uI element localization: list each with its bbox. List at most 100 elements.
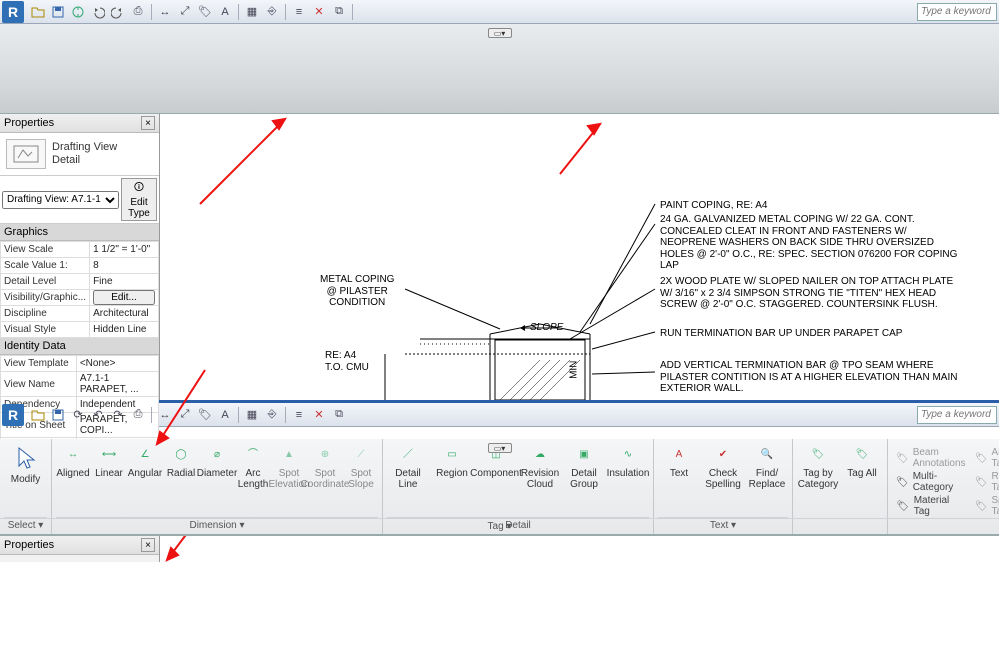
- text-small-icon[interactable]: A: [216, 3, 234, 21]
- tool-detail-line[interactable]: ／Detail Line: [387, 441, 429, 492]
- property-row[interactable]: DisciplineArchitectural: [1, 306, 159, 322]
- tool-find-replace[interactable]: 🔍Find/ Replace: [746, 441, 788, 492]
- tag-item-multi-category[interactable]: 🏷Multi- Category: [896, 471, 967, 493]
- dimension-small-icon[interactable]: ⤢: [176, 406, 194, 424]
- tool-radial[interactable]: ◯Radial: [164, 441, 198, 482]
- dimension-small-icon[interactable]: ⤢: [176, 3, 194, 21]
- property-value[interactable]: Architectural: [90, 306, 159, 322]
- switch-windows-icon[interactable]: ⧉: [330, 406, 348, 424]
- close-hidden-icon[interactable]: ✕: [310, 3, 328, 21]
- type-selector[interactable]: Drafting View Detail: [0, 133, 159, 176]
- property-key: Scale Value 1:: [1, 258, 90, 274]
- property-value[interactable]: A7.1-1 PARAPET, ...: [76, 372, 158, 397]
- property-row[interactable]: Scale Value 1:8: [1, 258, 159, 274]
- tool-arc-length[interactable]: ⌒Arc Length: [236, 441, 270, 492]
- 3d-view-icon[interactable]: ▦: [243, 406, 261, 424]
- diameter-icon: ⌀: [205, 443, 229, 467]
- property-row[interactable]: View NameA7.1-1 PARAPET, ...: [1, 372, 159, 397]
- property-edit-button[interactable]: Edit...: [93, 290, 154, 305]
- text-small-icon[interactable]: A: [216, 406, 234, 424]
- property-row[interactable]: Visual StyleHidden Line: [1, 322, 159, 338]
- property-row[interactable]: View Scale1 1/2" = 1'-0": [1, 242, 159, 258]
- text-icon: A: [667, 443, 691, 467]
- instance-dropdown[interactable]: Drafting View: A7.1-1: [2, 191, 119, 209]
- panel-label-tag2[interactable]: Tag ▾: [0, 518, 999, 535]
- property-group-header[interactable]: Identity Data: [0, 338, 159, 355]
- quick-access-toolbar-top: R ⎙ ↔ ⤢ 🏷 A ▦ ⎆ ≡ ✕ ⧉: [0, 0, 999, 24]
- spot-elevation-icon: ▲: [277, 443, 301, 467]
- undo-icon[interactable]: ↶: [89, 406, 107, 424]
- property-row[interactable]: Detail LevelFine: [1, 274, 159, 290]
- tag-item-space-tag: 🏷Space Tag: [975, 495, 999, 517]
- panel-close-icon[interactable]: ×: [141, 116, 155, 130]
- app-logo[interactable]: R: [2, 404, 24, 426]
- tool-region[interactable]: ▭Region: [431, 441, 473, 482]
- property-value[interactable]: Fine: [90, 274, 159, 290]
- measure-icon[interactable]: ↔: [156, 3, 174, 21]
- detail-group-icon: ▣: [572, 443, 596, 467]
- tool-tag-all[interactable]: 🏷Tag All: [841, 441, 883, 482]
- edit-type-button[interactable]: 🛈 Edit Type: [121, 178, 157, 221]
- spot-slope-icon: ⟋: [349, 443, 373, 467]
- thin-lines-icon[interactable]: ≡: [290, 3, 308, 21]
- drawing-canvas[interactable]: METAL COPING @ PILASTER CONDITION RE: A4…: [160, 114, 999, 400]
- detail-line-icon: ／: [396, 443, 420, 467]
- ribbon-expand-toggle[interactable]: ▭▾: [488, 28, 512, 38]
- open-icon[interactable]: [29, 3, 47, 21]
- undo-icon[interactable]: [89, 3, 107, 21]
- tag-small-icon[interactable]: 🏷: [196, 3, 214, 21]
- property-row[interactable]: View Template<None>: [1, 356, 159, 372]
- save-icon[interactable]: [49, 406, 67, 424]
- print-icon[interactable]: ⎙: [129, 3, 147, 21]
- sync-icon[interactable]: ⟳: [69, 406, 87, 424]
- thin-lines-icon[interactable]: ≡: [290, 406, 308, 424]
- property-value[interactable]: <None>: [76, 356, 158, 372]
- tool-aligned[interactable]: ↔Aligned: [56, 441, 90, 482]
- ribbon-collapsed-area: ▭▾: [0, 24, 999, 114]
- 3d-view-icon[interactable]: ▦: [243, 3, 261, 21]
- tool-spot-slope: ⟋Spot Slope: [344, 441, 378, 492]
- tool-text[interactable]: AText: [658, 441, 700, 482]
- property-value[interactable]: Edit...: [90, 290, 159, 306]
- property-row[interactable]: Visibility/Graphic...Edit...: [1, 290, 159, 306]
- property-key: View Template: [1, 356, 77, 372]
- search-input[interactable]: [917, 3, 997, 21]
- tag-icon: 🏷: [975, 499, 988, 513]
- tool-check-spelling[interactable]: ✔Check Spelling: [702, 441, 744, 492]
- tool-revision-cloud[interactable]: ☁Revision Cloud: [519, 441, 561, 492]
- tool-insulation[interactable]: ∿Insulation: [607, 441, 649, 482]
- type-subname: Detail: [52, 154, 117, 167]
- tool-detail-group[interactable]: ▣Detail Group: [563, 441, 605, 492]
- section-icon[interactable]: ⎆: [263, 3, 281, 21]
- sync-icon[interactable]: [69, 3, 87, 21]
- measure-icon[interactable]: ↔: [156, 406, 174, 424]
- print-icon[interactable]: ⎙: [129, 406, 147, 424]
- switch-windows-icon[interactable]: ⧉: [330, 3, 348, 21]
- tool-diameter[interactable]: ⌀Diameter: [200, 441, 234, 482]
- tool-linear[interactable]: ⟷Linear: [92, 441, 126, 482]
- tag-small-icon[interactable]: 🏷: [196, 406, 214, 424]
- property-value[interactable]: 8: [90, 258, 159, 274]
- property-value[interactable]: Hidden Line: [90, 322, 159, 338]
- save-icon[interactable]: [49, 3, 67, 21]
- drawing-canvas-bottom[interactable]: [160, 536, 999, 666]
- tag-item-beam-annotations: 🏷Beam Annotations: [896, 447, 967, 469]
- tag-item-material-tag[interactable]: 🏷Material Tag: [896, 495, 967, 517]
- app-logo[interactable]: R: [2, 1, 24, 23]
- property-group-header[interactable]: Graphics: [0, 224, 159, 241]
- tool-tag-by-category[interactable]: 🏷Tag by Category: [797, 441, 839, 492]
- properties-panel: Properties × Drafting View Detail Drafti…: [0, 114, 160, 400]
- panel-close-icon[interactable]: ×: [141, 538, 155, 552]
- section-icon[interactable]: ⎆: [263, 406, 281, 424]
- search-input[interactable]: [917, 406, 997, 424]
- close-hidden-icon[interactable]: ✕: [310, 406, 328, 424]
- ribbon-collapse-toggle[interactable]: ▭▾: [488, 443, 512, 453]
- redo-icon[interactable]: [109, 3, 127, 21]
- tool-angular[interactable]: ∠Angular: [128, 441, 162, 482]
- modify-tool[interactable]: Modify: [2, 441, 50, 488]
- region-icon: ▭: [440, 443, 464, 467]
- insulation-icon: ∿: [616, 443, 640, 467]
- redo-icon[interactable]: ↷: [109, 406, 127, 424]
- open-icon[interactable]: [29, 406, 47, 424]
- property-value[interactable]: 1 1/2" = 1'-0": [90, 242, 159, 258]
